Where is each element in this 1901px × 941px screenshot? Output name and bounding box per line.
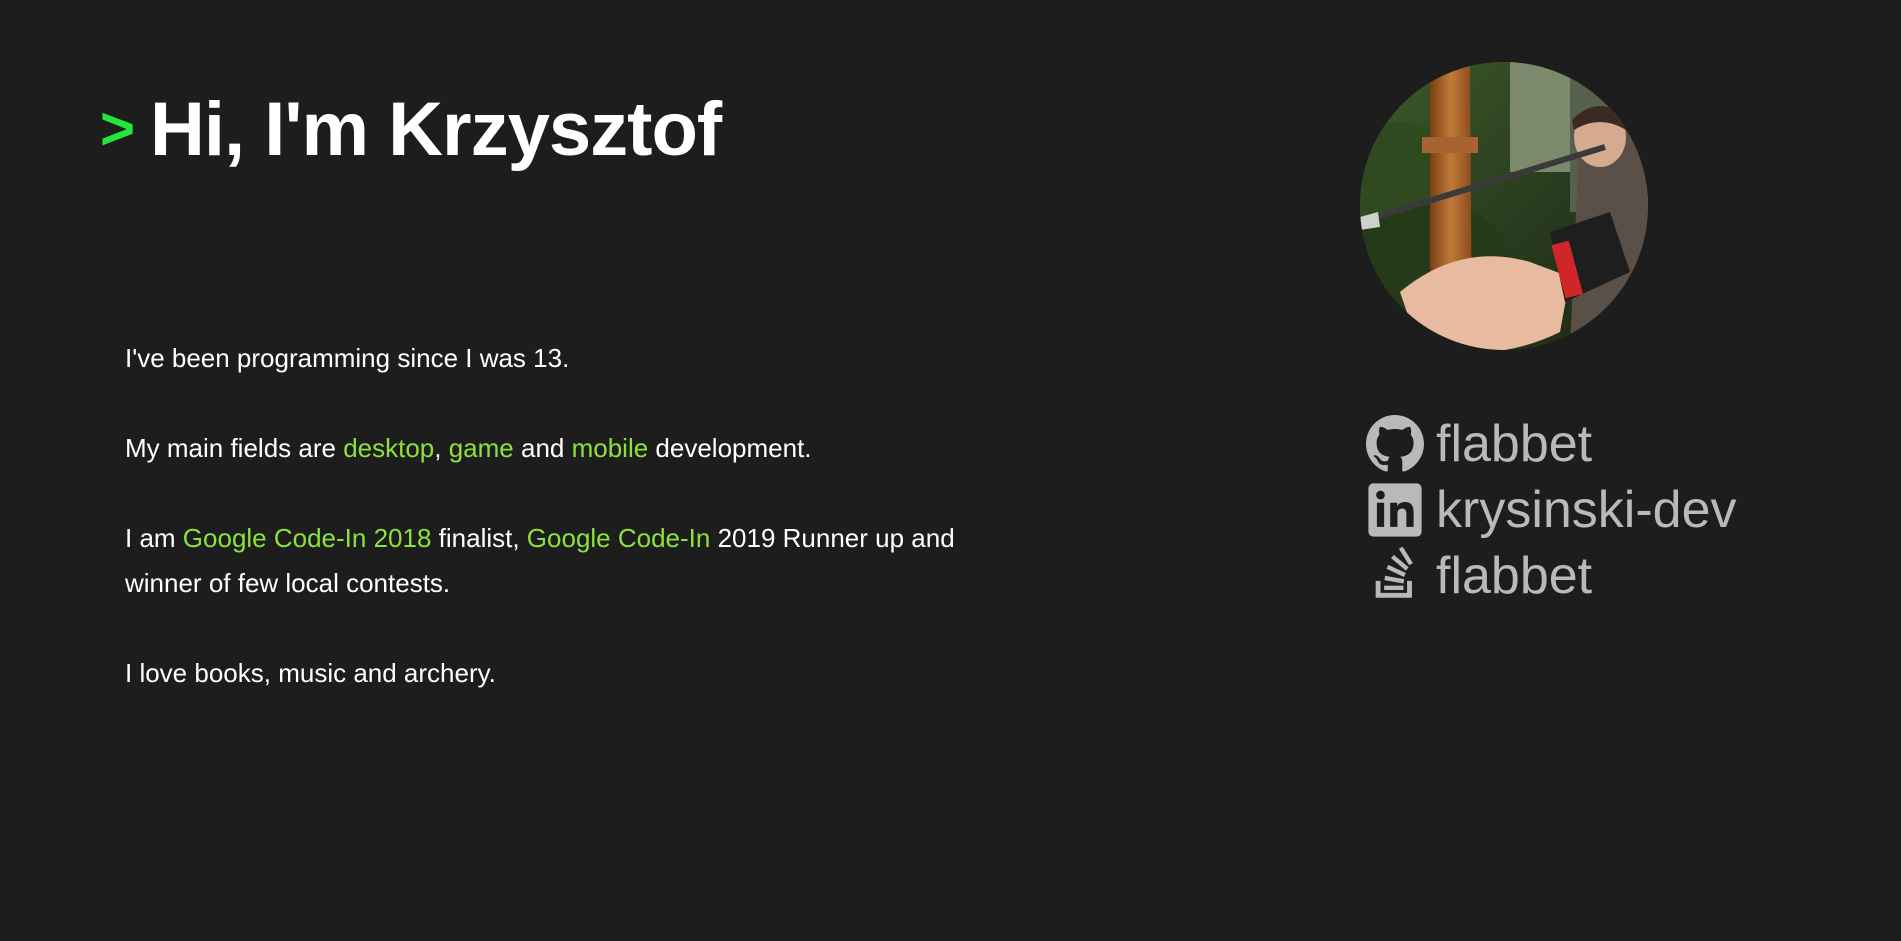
archer-photo [1360,62,1648,350]
link-desktop[interactable]: desktop [343,433,434,463]
link-mobile[interactable]: mobile [572,433,649,463]
bio-section: I've been programming since I was 13. My… [125,336,955,741]
bio-line-programming: I've been programming since I was 13. [125,343,570,373]
social-link-linkedin[interactable]: krysinski-dev [1366,474,1737,546]
avatar [1360,62,1648,350]
linkedin-username: krysinski-dev [1436,481,1737,539]
social-link-github[interactable]: flabbet [1366,408,1737,480]
link-game[interactable]: game [449,433,514,463]
bio-line-fields: My main fields are desktop, game and mob… [125,433,812,463]
link-gci[interactable]: Google Code-In [527,523,711,553]
linkedin-icon [1368,483,1422,537]
page-title: > Hi, I'm Krzysztof [100,92,722,168]
bio-line-hobbies: I love books, music and archery. [125,658,496,688]
social-link-stackoverflow[interactable]: flabbet [1366,540,1737,612]
github-icon [1366,415,1424,472]
stackoverflow-icon [1375,547,1413,598]
greeting-title: Hi, I'm Krzysztof [150,87,722,172]
link-gci-2018[interactable]: Google Code-In 2018 [183,523,432,553]
page: > Hi, I'm Krzysztof I've been programming… [0,0,1901,941]
prompt-symbol: > [100,95,135,162]
github-username: flabbet [1436,415,1593,473]
bio-line-contests: I am Google Code-In 2018 finalist, Googl… [125,523,955,598]
social-links: flabbet krysinski-dev flabbet [1366,408,1737,612]
stackoverflow-username: flabbet [1436,547,1593,605]
